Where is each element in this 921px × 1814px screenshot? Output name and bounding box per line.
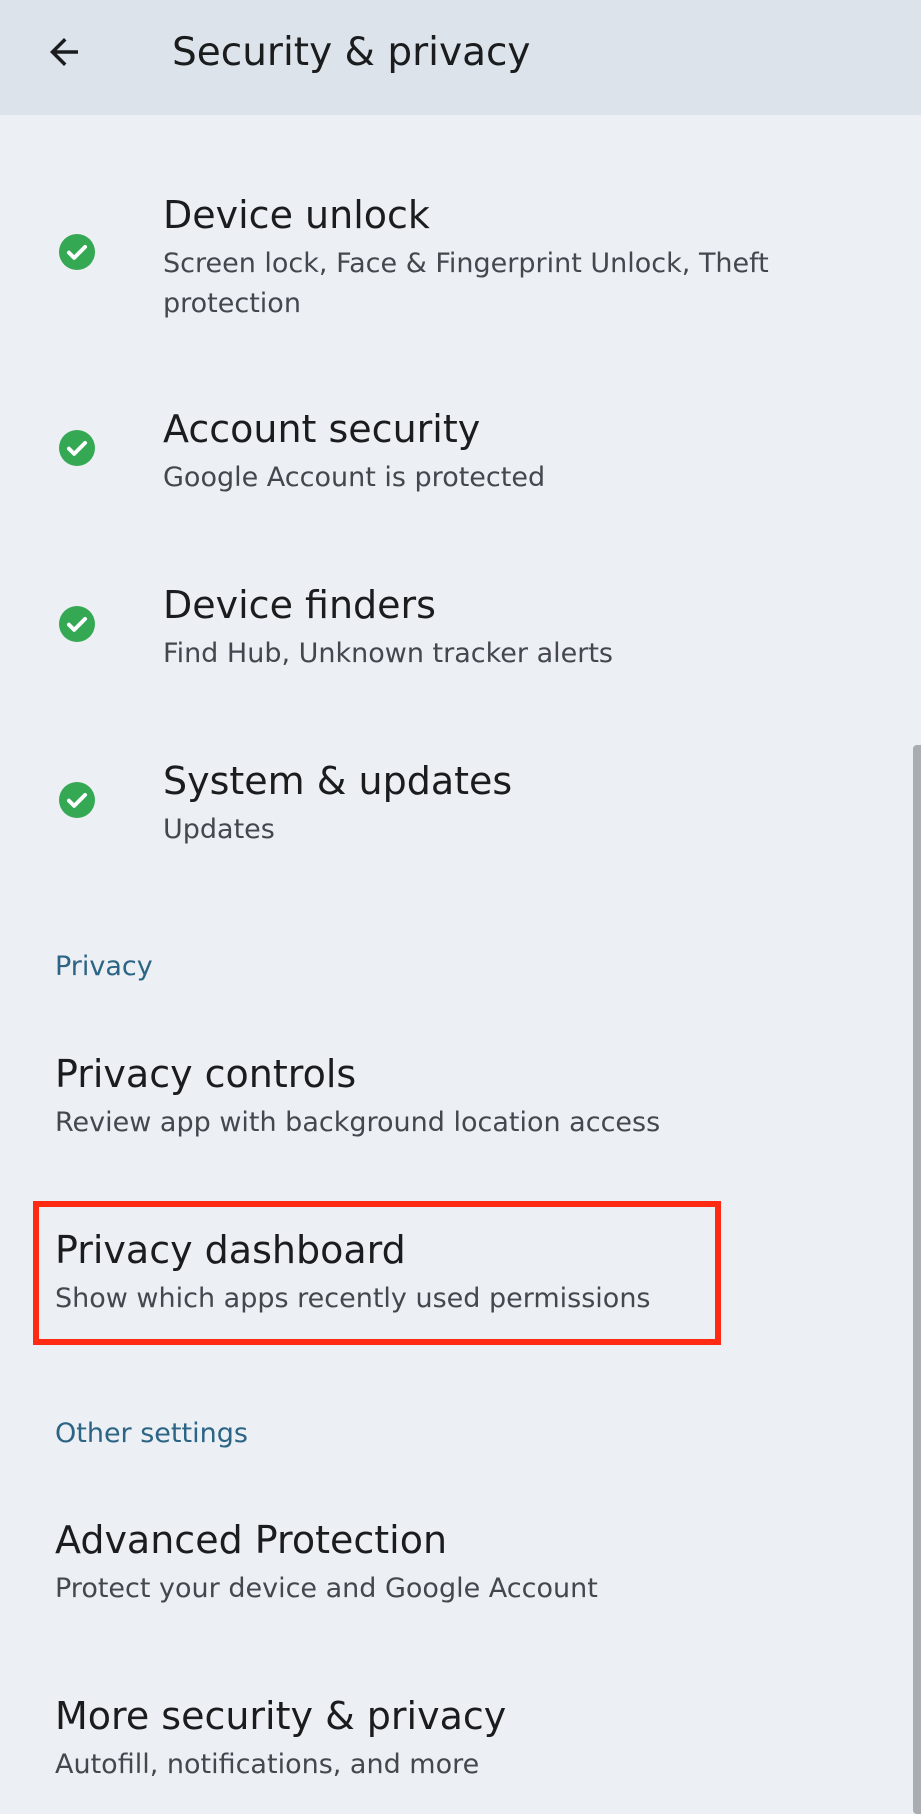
- check-circle-icon: [59, 234, 95, 270]
- more-security-privacy-item[interactable]: More security & privacy Autofill, notifi…: [0, 1679, 900, 1809]
- check-circle-icon: [59, 430, 95, 466]
- advanced-protection-item[interactable]: Advanced Protection Protect your device …: [0, 1504, 900, 1634]
- item-title: Advanced Protection: [55, 1518, 448, 1562]
- item-title: System & updates: [163, 759, 513, 803]
- back-button[interactable]: [28, 16, 100, 88]
- item-summary: Updates: [163, 814, 275, 845]
- check-circle-icon: [59, 782, 95, 818]
- system-updates-item[interactable]: System & updates Updates: [0, 742, 900, 872]
- privacy-controls-item[interactable]: Privacy controls Review app with backgro…: [0, 1036, 900, 1166]
- item-summary-continued: protection: [163, 288, 301, 319]
- section-header-other-settings: Other settings: [55, 1418, 248, 1449]
- item-title: Device unlock: [163, 193, 430, 237]
- item-summary: Google Account is protected: [163, 462, 546, 493]
- scrollbar[interactable]: [913, 745, 921, 1814]
- device-unlock-item[interactable]: Device unlock Screen lock, Face & Finger…: [0, 176, 900, 336]
- item-summary: Screen lock, Face & Fingerprint Unlock, …: [163, 248, 769, 279]
- item-summary: Protect your device and Google Account: [55, 1573, 598, 1604]
- app-bar: Security & privacy: [0, 0, 921, 115]
- privacy-dashboard-item[interactable]: Privacy dashboard Show which apps recent…: [0, 1212, 900, 1342]
- item-title: Device finders: [163, 583, 436, 627]
- item-title: Privacy controls: [55, 1052, 357, 1096]
- item-title: More security & privacy: [55, 1694, 507, 1738]
- device-finders-item[interactable]: Device finders Find Hub, Unknown tracker…: [0, 566, 900, 696]
- check-circle-icon: [59, 606, 95, 642]
- item-summary: Find Hub, Unknown tracker alerts: [163, 638, 613, 669]
- item-title: Privacy dashboard: [55, 1228, 406, 1272]
- item-summary: Show which apps recently used permission…: [55, 1283, 651, 1314]
- item-summary: Review app with background location acce…: [55, 1107, 661, 1138]
- section-header-privacy: Privacy: [55, 951, 153, 982]
- item-title: Account security: [163, 407, 481, 451]
- page-title: Security & privacy: [172, 30, 531, 75]
- item-summary: Autofill, notifications, and more: [55, 1749, 480, 1780]
- arrow-back-icon: [50, 38, 78, 66]
- account-security-item[interactable]: Account security Google Account is prote…: [0, 390, 900, 520]
- settings-screen: Security & privacy Device unlock Screen …: [0, 0, 921, 1814]
